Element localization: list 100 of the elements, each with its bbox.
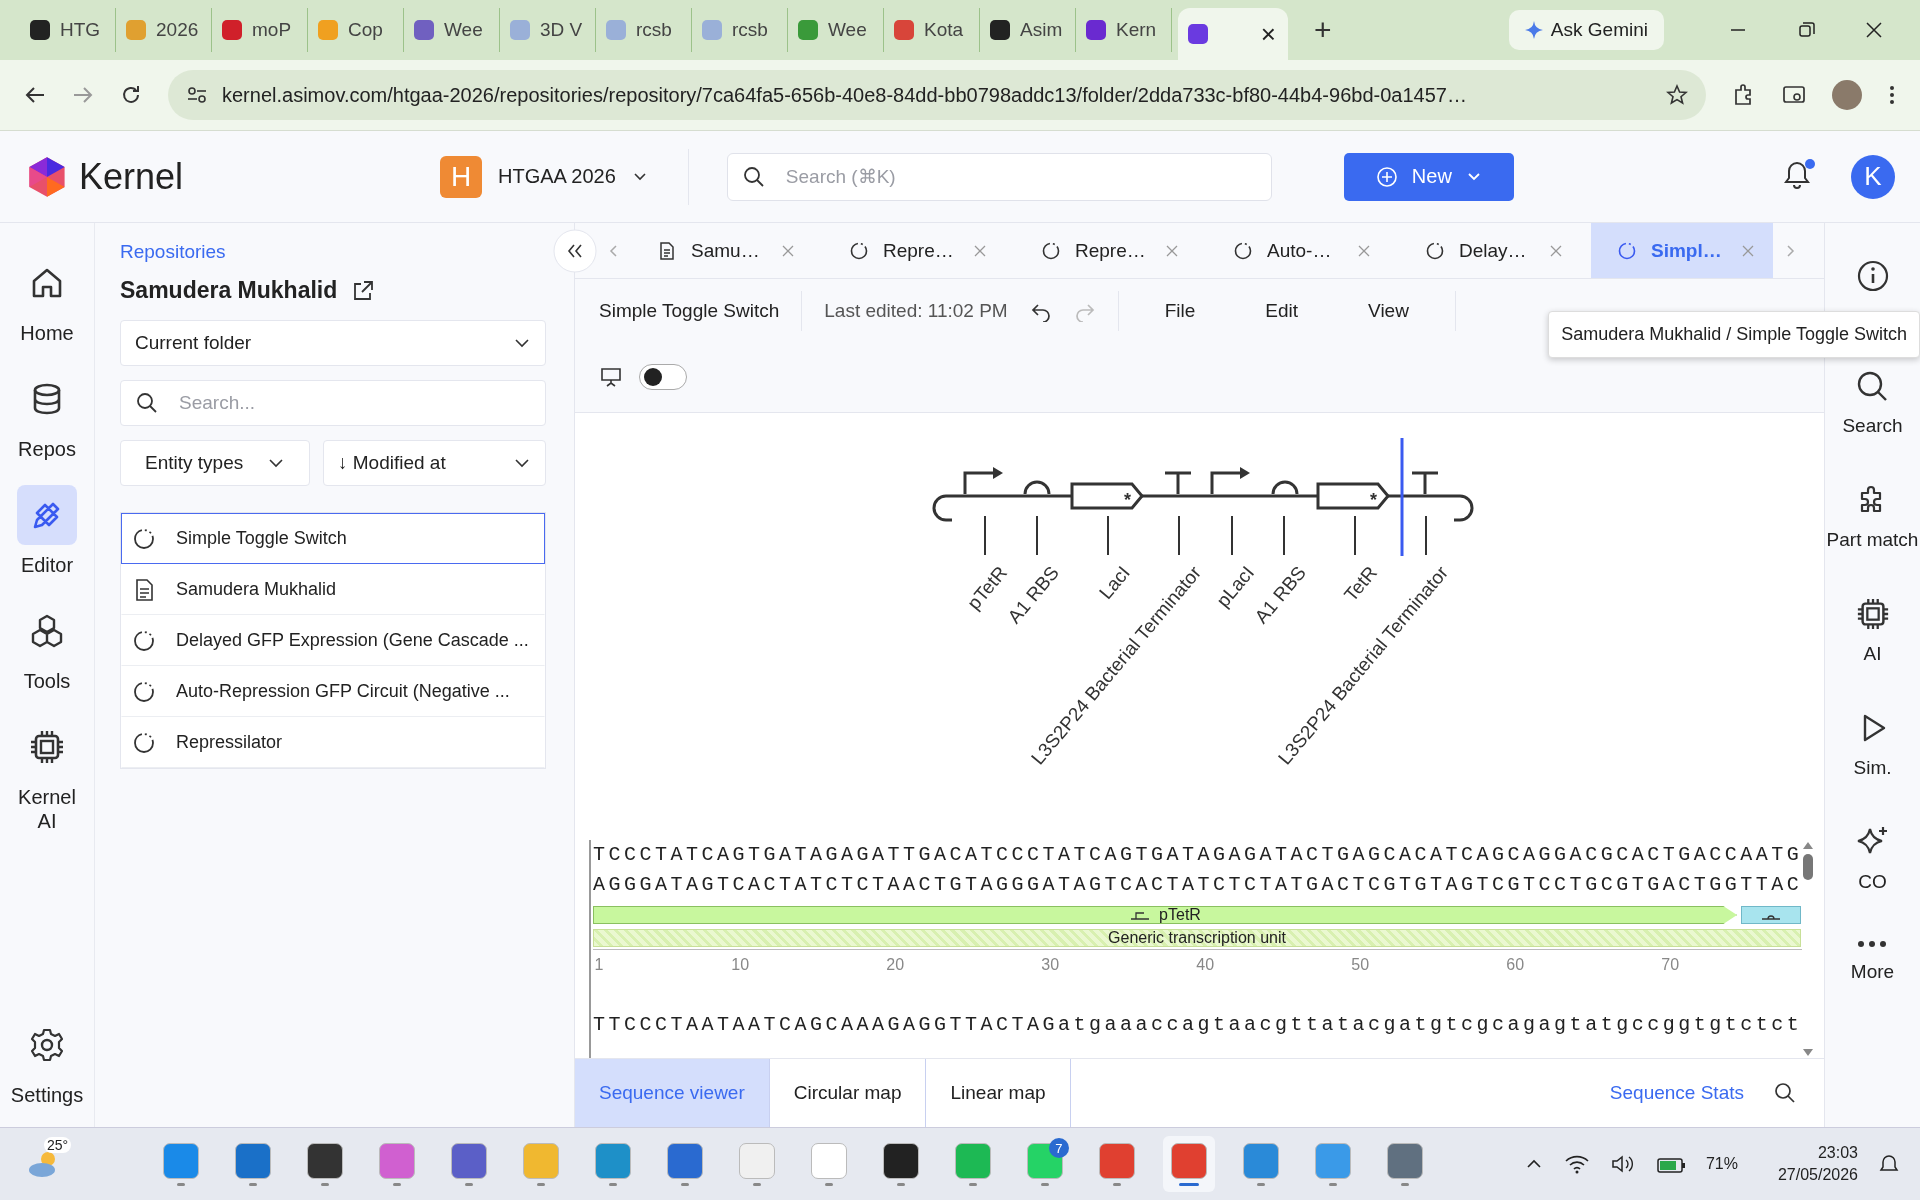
folder-dropdown[interactable]: Current folder bbox=[120, 320, 546, 366]
part-label: TetR bbox=[1339, 562, 1382, 607]
profile-avatar[interactable] bbox=[1832, 80, 1862, 110]
nav-item[interactable]: Editor bbox=[7, 485, 87, 577]
sequence-stats-link[interactable]: Sequence Stats bbox=[1609, 1082, 1744, 1104]
sequence-text: TCCCTATCAGTGATAGAGATTGACATCCCTATCAGTGATAGAGATACTGAGCACATCAGCAGGACGCACTGACCAATG bbox=[593, 842, 1803, 868]
breadcrumb-link[interactable]: Repositories bbox=[120, 241, 546, 263]
search-field[interactable]: Search (⌘K) bbox=[726, 152, 1272, 201]
editor-tab[interactable]: Samu… bbox=[631, 223, 813, 278]
scroll-up-icon[interactable] bbox=[1802, 840, 1815, 850]
ask-gemini-button[interactable]: Ask Gemini bbox=[1508, 10, 1664, 50]
rail-item[interactable]: Part match bbox=[1826, 483, 1919, 551]
restore-icon[interactable] bbox=[1796, 20, 1816, 40]
search-icon[interactable] bbox=[1774, 1082, 1796, 1104]
browser-tab[interactable]: Wee bbox=[788, 8, 884, 52]
new-button[interactable]: New bbox=[1343, 152, 1514, 201]
rail-item[interactable]: Sim. bbox=[1853, 711, 1892, 779]
dotted-circle-icon bbox=[132, 526, 156, 551]
cds-symbol[interactable] bbox=[1316, 482, 1390, 510]
app-name: Kernel bbox=[79, 155, 184, 198]
close-icon[interactable] bbox=[1864, 20, 1884, 40]
external-link-icon[interactable] bbox=[351, 278, 376, 303]
promoter-symbol[interactable] bbox=[1210, 467, 1250, 494]
terminator-symbol[interactable] bbox=[1410, 471, 1440, 496]
filter-dropdown[interactable]: ↓ Modified at bbox=[323, 440, 546, 486]
nav-item[interactable]: Kernel AI bbox=[7, 717, 87, 833]
rail-item[interactable]: AI bbox=[1855, 597, 1890, 665]
menu-icon[interactable] bbox=[1888, 84, 1896, 106]
ruler-label: 60 bbox=[1506, 956, 1525, 974]
browser-tab[interactable]: rcsb bbox=[692, 8, 788, 52]
file-item[interactable]: Simple Toggle Switch bbox=[121, 513, 545, 564]
browser-tab[interactable]: rcsb bbox=[596, 8, 692, 52]
browser-tab[interactable]: 3D V bbox=[500, 8, 596, 52]
search-field[interactable]: Search... bbox=[120, 380, 546, 426]
toggle-switch[interactable] bbox=[639, 364, 687, 390]
dotted-circle-icon bbox=[132, 628, 156, 653]
scroll-down-icon[interactable] bbox=[1802, 1048, 1815, 1058]
battery-percentage: 71% bbox=[1705, 1155, 1738, 1173]
browser-tab[interactable]: Asim bbox=[980, 8, 1076, 52]
site-settings-icon bbox=[186, 84, 208, 106]
leader-line bbox=[1231, 515, 1233, 556]
nav-item[interactable]: Home bbox=[7, 253, 87, 345]
nav-item[interactable]: Tools bbox=[7, 601, 87, 693]
file-item[interactable]: Repressilator bbox=[121, 717, 545, 768]
presentation-icon[interactable] bbox=[599, 365, 623, 389]
menu-button[interactable]: File bbox=[1140, 299, 1220, 322]
browser-tab[interactable]: HTG bbox=[20, 8, 116, 52]
scrollbar-thumb[interactable] bbox=[1803, 854, 1814, 880]
ruler-label: 30 bbox=[1041, 956, 1060, 974]
info-icon bbox=[1855, 259, 1890, 293]
rbs-symbol[interactable] bbox=[1023, 480, 1051, 495]
rail-item[interactable] bbox=[1855, 259, 1890, 293]
browser-tab[interactable]: Kern bbox=[1076, 8, 1172, 52]
promoter-symbol[interactable] bbox=[963, 467, 1003, 494]
file-item[interactable]: Delayed GFP Expression (Gene Cascade ... bbox=[121, 615, 545, 666]
clock-date: 27/05/2026 bbox=[1777, 1166, 1858, 1184]
editor-tab[interactable]: Delay… bbox=[1399, 223, 1581, 278]
collapse-icon[interactable] bbox=[553, 228, 597, 273]
rail-item[interactable]: More bbox=[1850, 939, 1895, 983]
nav-item[interactable]: Settings bbox=[7, 1015, 87, 1107]
cds-symbol[interactable] bbox=[1070, 482, 1144, 510]
dotted-circle-icon bbox=[1617, 240, 1637, 261]
filter-dropdown[interactable]: Entity types bbox=[120, 440, 310, 486]
new-tab-button[interactable]: + bbox=[1308, 12, 1338, 48]
search-icon bbox=[136, 392, 158, 414]
terminator-symbol[interactable] bbox=[1163, 471, 1193, 496]
user-avatar[interactable]: K bbox=[1851, 154, 1895, 199]
rbs-symbol[interactable] bbox=[1271, 480, 1299, 495]
address-bar[interactable]: kernel.asimov.com/htgaa-2026/repositories/repository/7ca64fa5-656b-40e8-84dd-bb0798addc13/folder/2dda733c-bf80-44b4-96bd-0a1457… bbox=[168, 70, 1706, 120]
workspace-selector[interactable]: H HTGAA 2026 bbox=[440, 148, 689, 205]
star-icon[interactable] bbox=[1666, 84, 1688, 106]
editor-tab[interactable]: Repre… bbox=[1015, 223, 1197, 278]
browser-tab[interactable]: 2026 bbox=[116, 8, 212, 52]
leader-line bbox=[1425, 515, 1427, 556]
rail-item[interactable]: Search bbox=[1842, 369, 1903, 437]
browser-tab[interactable]: Kota bbox=[884, 8, 980, 52]
menu-button[interactable]: View bbox=[1344, 299, 1433, 322]
editor-tab[interactable]: Repre… bbox=[823, 223, 1005, 278]
browser-tab[interactable]: × bbox=[1178, 8, 1288, 60]
dotted-circle-icon bbox=[849, 240, 869, 261]
taskbar-app[interactable]: 7 bbox=[1018, 1136, 1071, 1192]
speaker-icon[interactable] bbox=[1609, 1153, 1636, 1175]
file-item[interactable]: Auto-Repression GFP Circuit (Negative ... bbox=[121, 666, 545, 717]
cds-marker: * bbox=[1370, 490, 1377, 510]
browser-tab[interactable]: Wee bbox=[404, 8, 500, 52]
transcription-unit-bar[interactable]: Generic transcription unit bbox=[593, 929, 1801, 947]
browser-tab[interactable]: moP bbox=[212, 8, 308, 52]
feature-bar[interactable]: pTetR bbox=[593, 906, 1737, 924]
leader-line bbox=[984, 515, 986, 556]
wifi-icon[interactable] bbox=[1563, 1153, 1590, 1175]
nav-item[interactable]: Repos bbox=[7, 369, 87, 461]
file-item[interactable]: Samudera Mukhalid bbox=[121, 564, 545, 615]
menu-button[interactable]: Edit bbox=[1241, 299, 1323, 322]
ruler-label: 70 bbox=[1661, 956, 1680, 974]
feature-bar[interactable] bbox=[1741, 906, 1801, 924]
reload-icon[interactable] bbox=[120, 84, 142, 106]
editor-tab[interactable]: Auto-… bbox=[1207, 223, 1389, 278]
document-title: Simple Toggle Switch bbox=[599, 299, 780, 322]
rail-item[interactable]: CO bbox=[1855, 825, 1890, 893]
browser-tab[interactable]: Cop bbox=[308, 8, 404, 52]
